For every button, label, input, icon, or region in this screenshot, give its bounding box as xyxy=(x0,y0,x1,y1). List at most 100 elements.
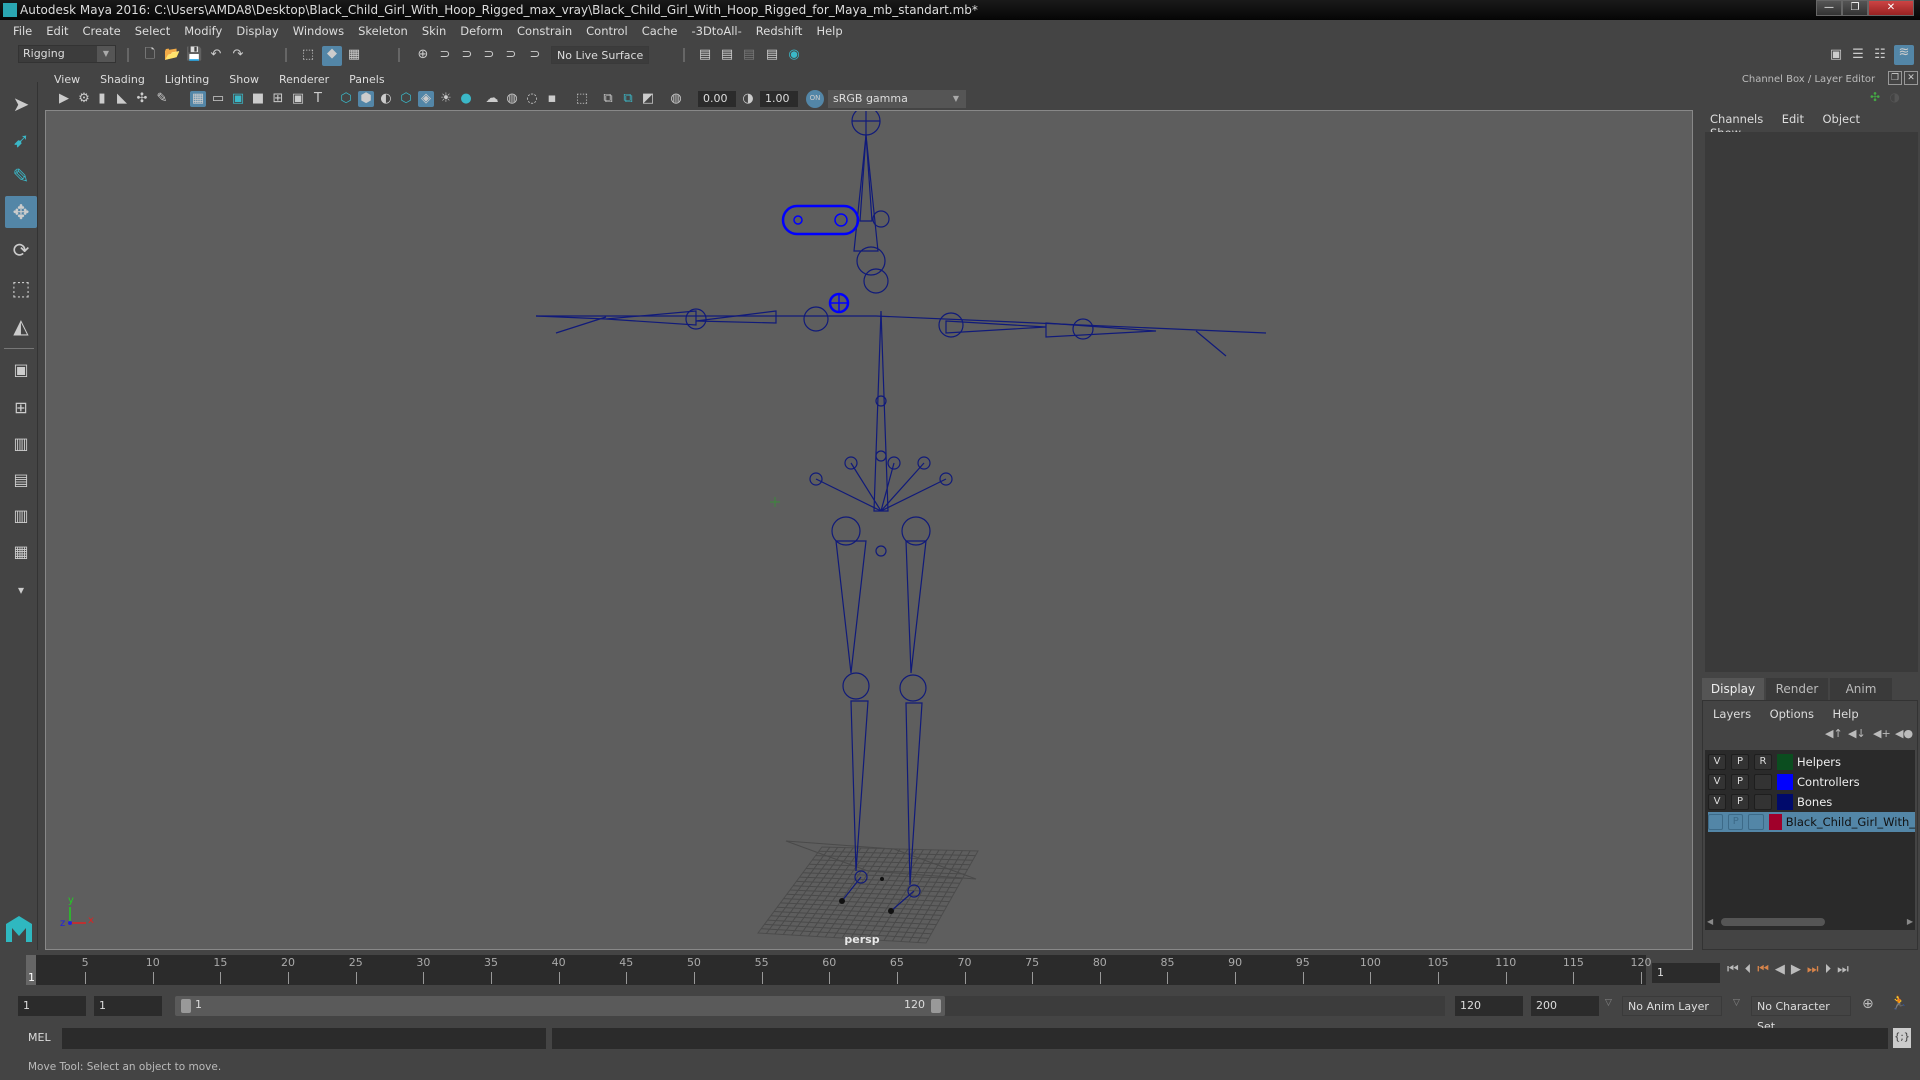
layer-row-mesh[interactable]: P Black_Child_Girl_With_ xyxy=(1708,812,1915,832)
grid-toggle-icon[interactable]: ▦ xyxy=(190,91,206,107)
visibility-toggle[interactable]: V xyxy=(1708,794,1726,810)
range-end-handle[interactable] xyxy=(931,999,941,1013)
go-to-start-icon[interactable]: ⏮ xyxy=(1727,962,1739,977)
menu-windows[interactable]: Windows xyxy=(286,24,351,38)
layers-menu[interactable]: Layers xyxy=(1713,707,1751,721)
command-input[interactable] xyxy=(62,1028,546,1049)
select-tool-icon[interactable]: ➤ xyxy=(5,88,37,120)
panel-menu-shading[interactable]: Shading xyxy=(90,73,155,86)
menu-create[interactable]: Create xyxy=(76,24,128,38)
persp-graph-outliner-layout-icon[interactable]: ▦ xyxy=(5,536,37,568)
layer-row-bones[interactable]: V P Bones xyxy=(1708,792,1915,812)
command-language-label[interactable]: MEL xyxy=(28,1031,51,1044)
manipulator-icon[interactable]: ✣ xyxy=(1870,90,1880,104)
ipr-render-icon[interactable]: ▤ xyxy=(741,47,757,63)
animation-preferences-icon[interactable]: 🏃 xyxy=(1890,995,1907,1011)
restore-button[interactable]: ❐ xyxy=(1842,0,1868,16)
layer-help-menu[interactable]: Help xyxy=(1832,707,1858,721)
menu-constrain[interactable]: Constrain xyxy=(510,24,579,38)
layer-row-helpers[interactable]: V P R Helpers xyxy=(1708,752,1915,772)
color-management-toggle[interactable]: ON xyxy=(806,90,824,108)
object-menu[interactable]: Object xyxy=(1823,112,1860,126)
menu-file[interactable]: File xyxy=(6,24,39,38)
layer-color-swatch[interactable] xyxy=(1777,794,1793,810)
attribute-editor-icon[interactable]: ☰ xyxy=(1850,47,1866,63)
persp-outliner-layout-icon[interactable]: ▥ xyxy=(5,428,37,460)
layer-color-swatch[interactable] xyxy=(1777,754,1793,770)
panel-menu-lighting[interactable]: Lighting xyxy=(155,73,219,86)
open-scene-icon[interactable]: 📂 xyxy=(164,47,180,63)
channel-box-area[interactable] xyxy=(1705,132,1918,672)
select-camera-icon[interactable]: ▶ xyxy=(56,91,72,107)
character-set-dropdown-arrow[interactable]: ▽ xyxy=(1733,998,1740,1008)
smooth-shade-icon[interactable]: ⬢ xyxy=(358,91,374,107)
screen-space-ao-icon[interactable]: ☁ xyxy=(484,91,500,107)
step-back-frame-icon[interactable]: ⏴ xyxy=(1745,962,1752,977)
visibility-toggle[interactable]: V xyxy=(1708,774,1726,790)
menu-skin[interactable]: Skin xyxy=(415,24,453,38)
playback-toggle[interactable]: P xyxy=(1731,794,1749,810)
gamma-field[interactable]: 1.00 xyxy=(760,91,798,107)
visibility-toggle[interactable] xyxy=(1708,814,1724,830)
layer-color-swatch[interactable] xyxy=(1768,814,1782,830)
tool-settings-icon[interactable]: ☷ xyxy=(1872,47,1888,63)
menu-help[interactable]: Help xyxy=(809,24,849,38)
reference-toggle[interactable] xyxy=(1754,794,1772,810)
safe-action-icon[interactable]: ▣ xyxy=(290,91,306,107)
menu-skeleton[interactable]: Skeleton xyxy=(351,24,415,38)
channel-box-toggle-icon[interactable]: ≋ xyxy=(1894,45,1914,65)
layer-row-controllers[interactable]: V P Controllers xyxy=(1708,772,1915,792)
scroll-left-icon[interactable]: ◀ xyxy=(1707,917,1713,926)
menu-edit[interactable]: Edit xyxy=(39,24,75,38)
move-layer-down-icon[interactable]: ◀↓ xyxy=(1848,727,1866,740)
snap-point-icon[interactable]: ⊃ xyxy=(459,47,475,63)
menu-3dtoall[interactable]: -3DtoAll- xyxy=(684,24,748,38)
field-chart-icon[interactable]: ⊞ xyxy=(270,91,286,107)
gate-mask-icon[interactable]: ■ xyxy=(250,91,266,107)
image-plane-icon[interactable]: ◣ xyxy=(114,91,130,107)
make-live-icon[interactable]: ⊃ xyxy=(527,47,543,63)
playback-toggle[interactable]: P xyxy=(1731,774,1749,790)
menu-select[interactable]: Select xyxy=(128,24,177,38)
safe-title-icon[interactable]: T xyxy=(310,91,326,107)
channels-menu[interactable]: Channels xyxy=(1710,112,1763,126)
move-tool-icon[interactable]: ✥ xyxy=(5,196,37,228)
reference-toggle[interactable] xyxy=(1754,774,1772,790)
shadows-icon[interactable]: ● xyxy=(458,91,474,107)
go-to-end-icon[interactable]: ⏭ xyxy=(1837,962,1849,977)
more-layouts-icon[interactable]: ▾ xyxy=(5,574,37,606)
show-manipulator-icon[interactable]: ◭ xyxy=(5,310,37,342)
tab-render[interactable]: Render xyxy=(1766,678,1828,700)
camera-attributes-icon[interactable]: ⚙ xyxy=(76,91,92,107)
play-forwards-icon[interactable]: ▶ xyxy=(1791,962,1801,977)
panel-menu-view[interactable]: View xyxy=(44,73,90,86)
float-panel-icon[interactable]: ❐ xyxy=(1888,71,1902,85)
tab-anim[interactable]: Anim xyxy=(1830,678,1892,700)
menu-deform[interactable]: Deform xyxy=(453,24,510,38)
scene-canvas[interactable]: y x z persp xyxy=(46,111,1693,950)
auto-key-icon[interactable]: ⊕ xyxy=(1862,996,1874,1012)
color-space-dropdown[interactable]: sRGB gamma ▼ xyxy=(828,90,966,108)
menu-redshift[interactable]: Redshift xyxy=(749,24,810,38)
isolate-select-icon[interactable]: ⬚ xyxy=(574,91,590,107)
anim-layer-dropdown-arrow[interactable]: ▽ xyxy=(1605,998,1612,1008)
xray-active-components-icon[interactable]: ⧉ xyxy=(620,91,636,107)
hypershade-icon[interactable]: ◉ xyxy=(786,47,802,63)
panel-menu-show[interactable]: Show xyxy=(219,73,269,86)
redo-icon[interactable]: ↷ xyxy=(230,47,246,63)
grease-pencil-icon[interactable]: ✎ xyxy=(154,91,170,107)
snap-surface-icon[interactable]: ⊃ xyxy=(503,47,519,63)
lasso-tool-icon[interactable]: ➹ xyxy=(5,124,37,156)
depth-of-field-icon[interactable]: ▪ xyxy=(544,91,560,107)
scrollbar-thumb[interactable] xyxy=(1721,918,1825,926)
use-all-lights-icon[interactable]: ☀ xyxy=(438,91,454,107)
anim-start-field[interactable]: 1 xyxy=(94,996,162,1016)
xray-joints-icon[interactable]: ◩ xyxy=(640,91,656,107)
step-back-key-icon[interactable]: ⏮ xyxy=(1757,962,1769,977)
perspective-viewport[interactable]: y x z persp xyxy=(45,110,1693,950)
script-editor-icon[interactable]: {;} xyxy=(1893,1028,1911,1048)
bookmark-icon[interactable]: ▮ xyxy=(94,91,110,107)
anim-end-field[interactable]: 200 xyxy=(1531,996,1599,1016)
snap-view-plane-icon[interactable]: ⊃ xyxy=(481,47,497,63)
persp-graph-layout-icon[interactable]: ▤ xyxy=(5,464,37,496)
